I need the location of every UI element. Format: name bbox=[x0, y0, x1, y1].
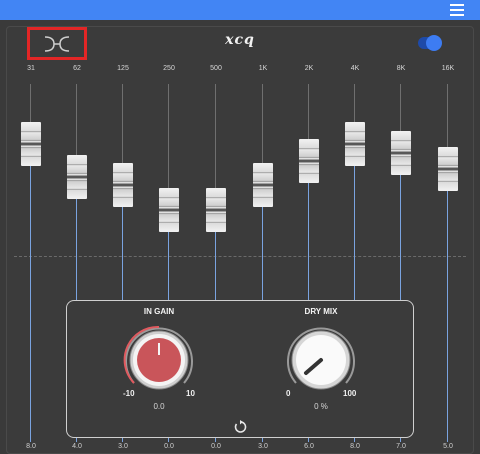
toggle-knob bbox=[426, 35, 442, 51]
in-gain-max: 10 bbox=[186, 389, 195, 398]
eq-band: 16K 5.0 bbox=[428, 60, 468, 454]
band-freq-label: 62 bbox=[73, 65, 81, 72]
dry-mix-min: 0 bbox=[286, 389, 291, 398]
band-fader[interactable] bbox=[113, 163, 133, 208]
gain-mix-panel: IN GAIN -10 10 0.0 DRY MIX 0 100 0 % bbox=[66, 300, 414, 438]
band-fader[interactable] bbox=[21, 122, 41, 167]
band-value-label: 0.0 bbox=[211, 443, 221, 450]
in-gain-value: 0.0 bbox=[153, 402, 165, 411]
band-freq-label: 16K bbox=[441, 65, 455, 72]
band-fader[interactable] bbox=[345, 122, 365, 167]
band-freq-label: 1K bbox=[258, 65, 268, 72]
band-value-label: 4.0 bbox=[72, 443, 82, 450]
band-fader[interactable] bbox=[206, 188, 226, 232]
in-gain-min: -10 bbox=[123, 389, 135, 398]
eq-band: 31 8.0 bbox=[11, 60, 51, 454]
hamburger-menu-icon[interactable] bbox=[450, 4, 464, 16]
band-value-label: 3.0 bbox=[118, 443, 128, 450]
band-fader[interactable] bbox=[438, 147, 458, 191]
band-freq-label: 500 bbox=[210, 65, 222, 72]
band-level-fill bbox=[30, 166, 31, 442]
band-freq-label: 250 bbox=[163, 65, 175, 72]
band-fader[interactable] bbox=[253, 163, 273, 208]
power-toggle[interactable] bbox=[418, 35, 442, 51]
app-title: xcq bbox=[225, 32, 255, 48]
dry-mix-knob[interactable] bbox=[284, 323, 358, 397]
band-fader[interactable] bbox=[159, 188, 179, 232]
band-fader[interactable] bbox=[299, 138, 319, 183]
dry-mix-max: 100 bbox=[343, 389, 357, 398]
dry-mix-value: 0 % bbox=[314, 402, 328, 411]
band-freq-label: 125 bbox=[117, 65, 129, 72]
dry-mix-title: DRY MIX bbox=[304, 307, 338, 316]
band-value-label: 5.0 bbox=[443, 443, 453, 450]
band-fader[interactable] bbox=[391, 130, 411, 175]
band-freq-label: 2K bbox=[304, 65, 314, 72]
app-bar bbox=[0, 0, 480, 20]
band-freq-label: 31 bbox=[27, 65, 35, 72]
band-fader[interactable] bbox=[67, 155, 87, 200]
band-value-label: 7.0 bbox=[396, 443, 406, 450]
band-value-label: 6.0 bbox=[304, 443, 314, 450]
in-gain-knob[interactable] bbox=[122, 323, 196, 397]
in-gain-title: IN GAIN bbox=[143, 307, 175, 316]
band-value-label: 3.0 bbox=[258, 443, 268, 450]
band-value-label: 8.0 bbox=[350, 443, 360, 450]
band-value-label: 0.0 bbox=[164, 443, 174, 450]
band-freq-label: 8K bbox=[396, 65, 406, 72]
band-freq-label: 4K bbox=[350, 65, 360, 72]
reset-icon[interactable] bbox=[233, 420, 247, 434]
band-value-label: 8.0 bbox=[26, 443, 36, 450]
band-level-fill bbox=[447, 191, 448, 442]
